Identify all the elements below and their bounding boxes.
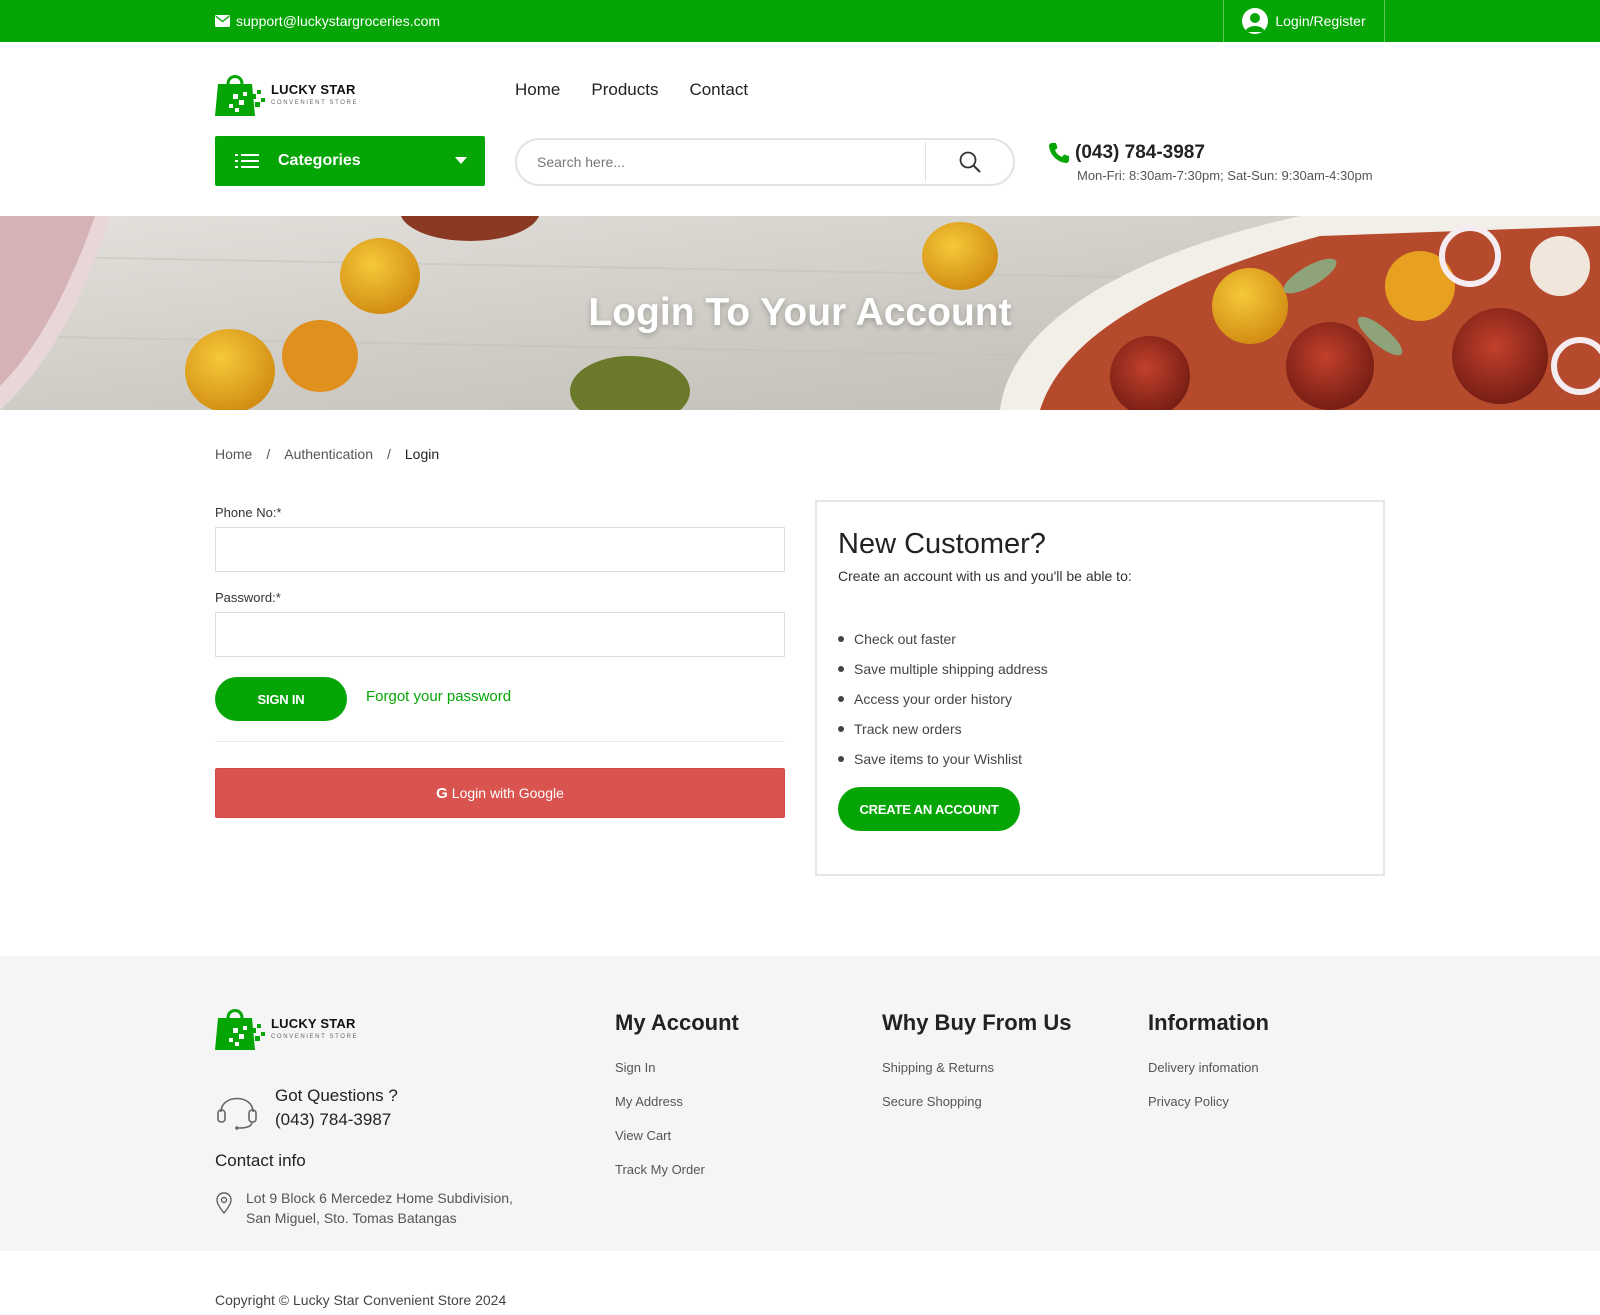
- footer-link-track-order[interactable]: Track My Order: [615, 1162, 739, 1196]
- address-line-1: Lot 9 Block 6 Mercedez Home Subdivision,: [246, 1190, 513, 1206]
- brand-tagline: CONVENIENT STORE: [271, 1033, 359, 1040]
- search-bar: [515, 138, 1015, 186]
- google-login-button[interactable]: G Login with Google: [215, 768, 785, 818]
- caret-down-icon: [455, 157, 467, 164]
- footer-col-title: Information: [1148, 1010, 1269, 1035]
- support-email[interactable]: support@luckystargroceries.com: [215, 0, 440, 42]
- footer-link-my-address[interactable]: My Address: [615, 1094, 739, 1128]
- brand-name: LUCKY STAR: [271, 81, 356, 97]
- login-register-label: Login/Register: [1275, 13, 1366, 29]
- header-phone: (043) 784-3987 Mon-Fri: 8:30am-7:30pm; S…: [1048, 142, 1373, 183]
- top-bar: support@luckystargroceries.com Login/Reg…: [0, 0, 1600, 42]
- nav-contact[interactable]: Contact: [689, 80, 748, 100]
- envelope-icon: [215, 15, 230, 27]
- support-email-text: support@luckystargroceries.com: [236, 13, 441, 29]
- search-button[interactable]: [925, 142, 1013, 182]
- list-item: Access your order history: [838, 684, 1048, 714]
- list-item: Save items to your Wishlist: [838, 744, 1048, 774]
- brand-tagline: CONVENIENT STORE: [271, 99, 359, 106]
- phone-number[interactable]: (043) 784-3987: [1075, 142, 1205, 164]
- categories-label: Categories: [278, 152, 361, 169]
- breadcrumb-separator: /: [266, 446, 271, 462]
- got-questions-title: Got Questions ?: [275, 1086, 398, 1105]
- got-questions-phone[interactable]: (043) 784-3987: [275, 1108, 398, 1132]
- footer-link-delivery-information[interactable]: Delivery infomation: [1148, 1060, 1269, 1094]
- footer-col-my-account: My Account Sign In My Address View Cart …: [615, 1010, 739, 1196]
- phone-field-box: [215, 527, 785, 572]
- page-title: Login To Your Account: [588, 291, 1012, 334]
- new-customer-panel: New Customer? Create an account with us …: [815, 500, 1385, 876]
- page-banner: Login To Your Account: [0, 216, 1600, 410]
- footer-col-title: Why Buy From Us: [882, 1010, 1072, 1035]
- breadcrumb-separator: /: [386, 446, 391, 462]
- user-icon: [1242, 8, 1269, 34]
- footer-link-shipping-returns[interactable]: Shipping & Returns: [882, 1060, 1071, 1094]
- store-hours: Mon-Fri: 8:30am-7:30pm; Sat-Sun: 9:30am-…: [1077, 168, 1373, 183]
- google-login-label: Login with Google: [451, 785, 564, 801]
- footer-link-privacy-policy[interactable]: Privacy Policy: [1148, 1094, 1269, 1128]
- nav-home[interactable]: Home: [515, 80, 560, 100]
- footer-link-secure-shopping[interactable]: Secure Shopping: [882, 1094, 1071, 1128]
- google-icon: G: [436, 784, 448, 802]
- shopping-bag-logo-icon: [215, 75, 265, 116]
- footer-logo[interactable]: LUCKY STAR CONVENIENT STORE: [215, 1006, 358, 1050]
- categories-dropdown[interactable]: Categories: [215, 136, 485, 186]
- new-customer-title: New Customer?: [838, 528, 1046, 560]
- site-logo[interactable]: LUCKY STAR CONVENIENT STORE: [215, 72, 358, 116]
- footer-link-sign-in[interactable]: Sign In: [615, 1060, 739, 1094]
- copyright: Copyright © Lucky Star Convenient Store …: [215, 1292, 507, 1308]
- headset-icon: [217, 1097, 257, 1130]
- footer-link-view-cart[interactable]: View Cart: [615, 1128, 739, 1162]
- password-field-box: [215, 612, 785, 657]
- breadcrumb-authentication[interactable]: Authentication: [284, 446, 373, 462]
- phone-label: Phone No:*: [215, 505, 282, 520]
- list-item: Track new orders: [838, 714, 1048, 744]
- sign-in-button[interactable]: SIGN IN: [215, 677, 347, 721]
- phone-input[interactable]: [216, 528, 784, 571]
- map-pin-icon: [216, 1192, 232, 1214]
- form-divider: [215, 741, 785, 742]
- list-item: Check out faster: [838, 624, 1048, 654]
- shopping-bag-logo-icon: [215, 1009, 265, 1050]
- contact-info-title: Contact info: [215, 1151, 306, 1170]
- brand-name: LUCKY STAR: [271, 1015, 356, 1031]
- main-nav: Home Products Contact: [515, 80, 748, 100]
- footer-col-why-buy: Why Buy From Us Shipping & Returns Secur…: [882, 1010, 1071, 1128]
- breadcrumb: Home / Authentication / Login: [215, 446, 439, 462]
- new-customer-intro: Create an account with us and you'll be …: [838, 568, 1132, 584]
- create-account-button[interactable]: CREATE AN ACCOUNT: [838, 787, 1020, 831]
- list-item: Save multiple shipping address: [838, 654, 1048, 684]
- breadcrumb-login: Login: [404, 446, 440, 462]
- forgot-password-link[interactable]: Forgot your password: [366, 688, 511, 705]
- search-input[interactable]: [517, 140, 925, 184]
- list-icon: [235, 154, 259, 168]
- address-line-2: San Miguel, Sto. Tomas Batangas: [246, 1210, 457, 1226]
- search-icon: [959, 151, 981, 173]
- footer-col-title: My Account: [615, 1010, 739, 1035]
- footer: LUCKY STAR CONVENIENT STORE Got Question…: [0, 956, 1600, 1251]
- breadcrumb-home[interactable]: Home: [215, 446, 252, 462]
- footer-col-information: Information Delivery infomation Privacy …: [1148, 1010, 1269, 1128]
- password-label: Password:*: [215, 590, 281, 605]
- nav-products[interactable]: Products: [591, 80, 658, 100]
- address: Lot 9 Block 6 Mercedez Home Subdivision,…: [215, 1188, 513, 1228]
- got-questions: Got Questions ? (043) 784-3987: [215, 1084, 398, 1132]
- phone-icon: [1049, 143, 1069, 163]
- password-input[interactable]: [216, 613, 784, 656]
- login-register-link[interactable]: Login/Register: [1223, 0, 1385, 42]
- benefits-list: Check out faster Save multiple shipping …: [838, 624, 1048, 774]
